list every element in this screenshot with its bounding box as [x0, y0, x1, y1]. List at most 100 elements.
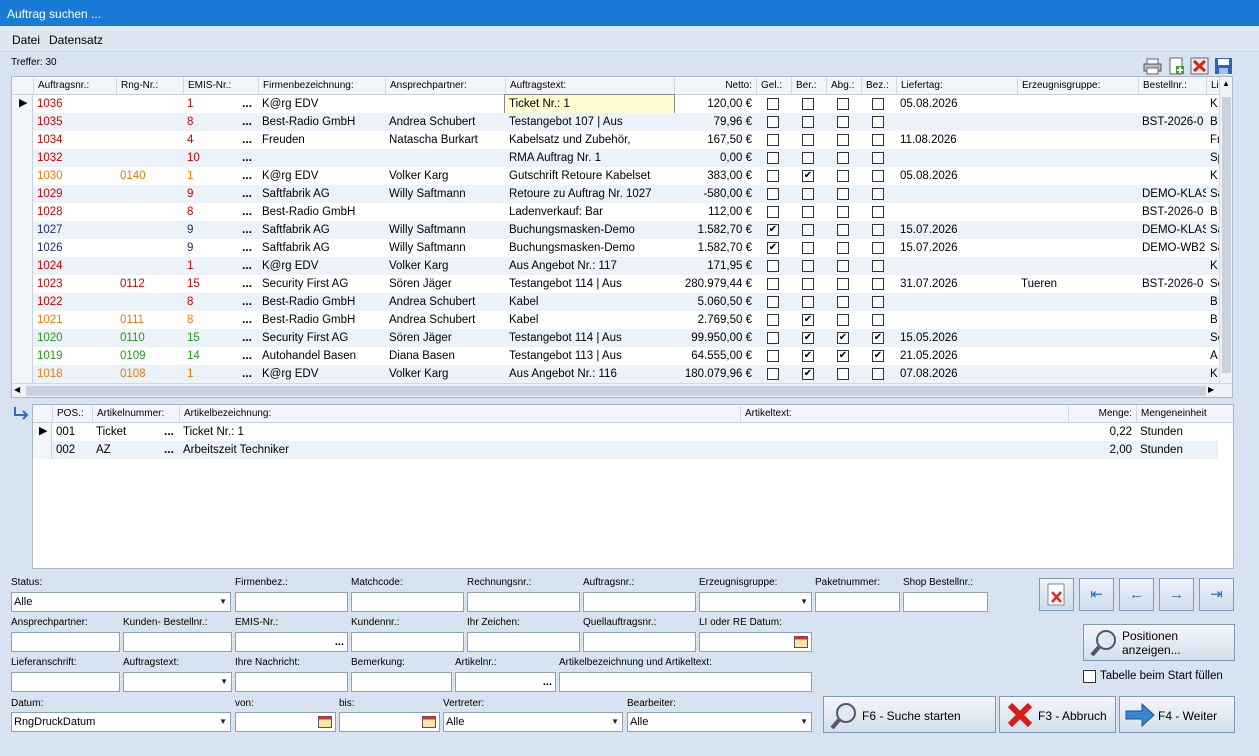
- artikel-lookup-button[interactable]: ...: [164, 423, 174, 441]
- calendar-icon[interactable]: [422, 716, 436, 731]
- checkbox-ber[interactable]: [802, 242, 814, 254]
- checkbox-abg[interactable]: [837, 134, 849, 146]
- artikel-bez-text-input[interactable]: [559, 672, 812, 692]
- shop-bestellnr-input[interactable]: [903, 592, 988, 612]
- bemerkung-input[interactable]: [351, 672, 452, 692]
- col-header[interactable]: Bestellnr.:: [1138, 77, 1206, 95]
- table-row[interactable]: 1019 0109 14 Autohandel Basen Diana Basen Tes…: [12, 347, 1232, 365]
- quellauftragsnr-input[interactable]: [583, 632, 696, 652]
- row-selector[interactable]: [12, 239, 33, 257]
- print-icon[interactable]: [1143, 57, 1162, 75]
- checkbox-abg[interactable]: [837, 98, 849, 110]
- row-selector[interactable]: ▶: [33, 423, 52, 441]
- row-selector[interactable]: [12, 257, 33, 275]
- table-row[interactable]: 1032 10 RMA Auftrag Nr. 1 0,00 € Sp...: [12, 149, 1232, 167]
- row-selector[interactable]: [12, 221, 33, 239]
- col-header[interactable]: Artikeltext:: [740, 405, 1068, 423]
- checkbox-bez[interactable]: [872, 152, 884, 164]
- fill-on-start-checkbox[interactable]: [1083, 670, 1096, 683]
- checkbox-ber[interactable]: ✔: [802, 368, 814, 380]
- col-header[interactable]: Netto:: [674, 77, 756, 95]
- emis-lookup-button[interactable]: ...: [242, 203, 252, 221]
- paketnummer-input[interactable]: [815, 592, 900, 612]
- calendar-icon[interactable]: [318, 716, 332, 731]
- bearbeiter-select[interactable]: Alle: [627, 712, 812, 732]
- checkbox-bez[interactable]: [872, 260, 884, 272]
- table-row[interactable]: 1035 8 Best-Radio GmbH Andrea Schubert Testa…: [12, 113, 1232, 131]
- kundennr-input[interactable]: [351, 632, 464, 652]
- checkbox-ber[interactable]: [802, 98, 814, 110]
- auftragsnr-input[interactable]: [583, 592, 696, 612]
- col-header[interactable]: Rng-Nr.:: [116, 77, 183, 95]
- checkbox-ber[interactable]: ✔: [802, 314, 814, 326]
- emis-lookup-button[interactable]: ...: [242, 239, 252, 257]
- col-header[interactable]: Menge:: [1068, 405, 1136, 423]
- emis-lookup-button[interactable]: ...: [242, 329, 252, 347]
- vertreter-select[interactable]: Alle: [443, 712, 623, 732]
- checkbox-gel[interactable]: ✔: [767, 224, 779, 236]
- emis-lookup-button[interactable]: ...: [242, 149, 252, 167]
- checkbox-bez[interactable]: [872, 170, 884, 182]
- table-row[interactable]: 1028 8 Best-Radio GmbH Ladenverkauf: Bar 112…: [12, 203, 1232, 221]
- checkbox-bez[interactable]: [872, 206, 884, 218]
- checkbox-abg[interactable]: ✔: [837, 350, 849, 362]
- search-button[interactable]: F6 - Suche starten: [823, 696, 996, 733]
- orders-grid[interactable]: Auftragsnr.: Rng-Nr.: EMIS-Nr.: Firmenbe…: [11, 76, 1233, 398]
- col-header[interactable]: Bez.:: [861, 77, 896, 95]
- new-document-icon[interactable]: [1167, 57, 1186, 75]
- lieferanschrift-input[interactable]: [11, 672, 120, 692]
- checkbox-abg[interactable]: [837, 206, 849, 218]
- show-positions-button[interactable]: Positionen anzeigen...: [1083, 624, 1235, 661]
- checkbox-ber[interactable]: ✔: [802, 332, 814, 344]
- table-row[interactable]: 1021 0111 8 Best-Radio GmbH Andrea Schubert K…: [12, 311, 1232, 329]
- ihr-zeichen-input[interactable]: [467, 632, 580, 652]
- emis-lookup-button[interactable]: ...: [242, 113, 252, 131]
- table-row[interactable]: ▶ 1036 1 K@rg EDV Ticket Nr.: 1 120,00 € 05.08…: [12, 94, 1232, 114]
- rechnungsnr-input[interactable]: [467, 592, 580, 612]
- checkbox-abg[interactable]: [837, 314, 849, 326]
- col-header[interactable]: Artikelnummer:: [92, 405, 179, 423]
- checkbox-gel[interactable]: ✔: [767, 242, 779, 254]
- position-row[interactable]: 002 AZ Arbeitszeit Techniker 2,00 Stunden...: [33, 441, 1218, 459]
- cell-text[interactable]: Ticket Nr.: 1: [504, 94, 675, 114]
- col-header[interactable]: Auftragstext:: [505, 77, 674, 95]
- checkbox-gel[interactable]: [767, 98, 779, 110]
- row-selector[interactable]: ▶: [12, 95, 33, 113]
- row-selector[interactable]: [12, 149, 33, 167]
- checkbox-bez[interactable]: [872, 296, 884, 308]
- checkbox-abg[interactable]: [837, 224, 849, 236]
- checkbox-abg[interactable]: [837, 152, 849, 164]
- checkbox-gel[interactable]: [767, 332, 779, 344]
- artikel-lookup-button[interactable]: ...: [543, 673, 552, 691]
- checkbox-abg[interactable]: [837, 260, 849, 272]
- checkbox-bez[interactable]: ✔: [872, 350, 884, 362]
- col-header[interactable]: POS.:: [52, 405, 92, 423]
- clear-filter-button[interactable]: [1039, 578, 1074, 611]
- emis-nr-input[interactable]: ...: [235, 632, 348, 652]
- table-row[interactable]: 1022 8 Best-Radio GmbH Andrea Schubert Kabel…: [12, 293, 1232, 311]
- li-re-datum-input[interactable]: [699, 632, 812, 652]
- row-selector[interactable]: [12, 293, 33, 311]
- row-selector[interactable]: [12, 131, 33, 149]
- row-selector[interactable]: [12, 203, 33, 221]
- checkbox-bez[interactable]: [872, 134, 884, 146]
- row-selector[interactable]: [33, 441, 52, 459]
- datum-select[interactable]: RngDruckDatum: [11, 712, 231, 732]
- last-record-button[interactable]: ⇥: [1199, 578, 1234, 611]
- col-header[interactable]: Abg.:: [826, 77, 861, 95]
- checkbox-gel[interactable]: [767, 206, 779, 218]
- calendar-icon[interactable]: [794, 636, 808, 651]
- checkbox-ber[interactable]: [802, 206, 814, 218]
- cancel-button[interactable]: F3 - Abbruch: [999, 696, 1116, 733]
- row-selector[interactable]: [12, 185, 33, 203]
- emis-lookup-button[interactable]: ...: [242, 293, 252, 311]
- row-selector[interactable]: [12, 329, 33, 347]
- checkbox-gel[interactable]: [767, 134, 779, 146]
- checkbox-bez[interactable]: [872, 368, 884, 380]
- checkbox-bez[interactable]: [872, 242, 884, 254]
- table-row[interactable]: 1023 0112 15 Security First AG Sören Jäger Te…: [12, 275, 1232, 293]
- checkbox-bez[interactable]: [872, 98, 884, 110]
- emis-lookup-button[interactable]: ...: [242, 347, 252, 365]
- emis-lookup-button[interactable]: ...: [335, 633, 344, 651]
- checkbox-ber[interactable]: [802, 224, 814, 236]
